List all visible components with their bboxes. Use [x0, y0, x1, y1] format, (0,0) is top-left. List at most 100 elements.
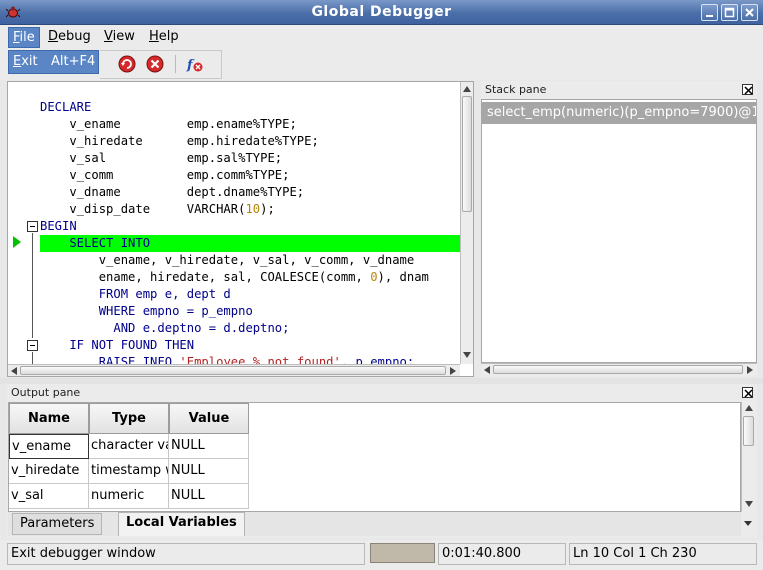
code-line: WHERE empno = p_empno [40, 304, 253, 318]
scroll-down-icon[interactable] [463, 352, 471, 358]
menu-file[interactable]: File [8, 27, 40, 48]
stop-icon[interactable] [146, 55, 164, 73]
tab-parameters[interactable]: Parameters [12, 513, 103, 535]
output-vscroll-thumb[interactable] [743, 416, 754, 446]
scroll-up-icon[interactable] [745, 405, 753, 411]
output-vertical-scrollbar[interactable] [741, 402, 755, 512]
stack-list[interactable]: select_emp(numeric)(p_empno=7900)@1 [481, 99, 757, 363]
tab-local-variables[interactable]: Local Variables [118, 512, 245, 536]
file-menu-dropdown: Exit Alt+F4 [8, 50, 99, 74]
current-line-arrow-icon [13, 236, 21, 248]
code-line: v_ename emp.ename%TYPE; [40, 117, 297, 131]
code-horizontal-scrollbar[interactable] [8, 364, 460, 376]
stack-hscroll-thumb[interactable] [493, 365, 743, 374]
code-line: v_dname dept.dname%TYPE; [40, 185, 305, 199]
fold-begin-icon[interactable] [27, 221, 38, 232]
cell-value[interactable]: NULL [169, 459, 249, 484]
toolbar-separator [175, 55, 176, 73]
scroll-down-icon[interactable] [745, 501, 753, 507]
minimize-button[interactable] [701, 4, 718, 21]
code-hscroll-thumb[interactable] [20, 366, 446, 375]
cell-type[interactable]: character va [89, 434, 169, 459]
scroll-left-icon[interactable] [11, 367, 17, 375]
title-bar: Global Debugger [0, 0, 763, 25]
column-header-value[interactable]: Value [169, 403, 249, 434]
menu-view[interactable]: View [100, 27, 139, 48]
tabs-menu-icon[interactable] [744, 521, 752, 526]
code-line-current: SELECT INTO [40, 235, 460, 252]
scroll-left-icon[interactable] [484, 366, 490, 374]
stack-horizontal-scrollbar[interactable] [481, 363, 757, 375]
stack-pane-close-button[interactable] [742, 84, 753, 95]
menu-view-mnemonic: V [104, 29, 113, 44]
fold-guide-line [32, 233, 33, 338]
code-line: RAISE INFO 'Employee % not found', p_emp… [40, 355, 415, 364]
cell-type[interactable]: timestamp w [89, 459, 169, 484]
close-icon [745, 8, 754, 17]
menu-debug[interactable]: Debug [44, 27, 95, 48]
window-title: Global Debugger [311, 4, 452, 20]
code-line: v_hiredate emp.hiredate%TYPE; [40, 134, 319, 148]
scroll-right-icon[interactable] [747, 366, 753, 374]
output-pane: Output pane Name Type Value v_ename char… [7, 384, 757, 538]
restart-icon[interactable] [118, 55, 136, 73]
cell-name[interactable]: v_hiredate [9, 459, 89, 484]
menu-help-mnemonic: H [149, 29, 159, 44]
column-header-type[interactable]: Type [89, 403, 169, 434]
cell-value[interactable]: NULL [169, 484, 249, 509]
code-line: ename, hiredate, sal, COALESCE(comm, 0),… [40, 270, 429, 284]
cell-name[interactable]: v_sal [9, 484, 89, 509]
status-message: Exit debugger window [7, 543, 365, 565]
menu-debug-label: ebug [58, 29, 91, 44]
maximize-button[interactable] [721, 4, 738, 21]
code-line: DECLARE [40, 100, 92, 114]
clear-breakpoints-icon[interactable]: f [186, 55, 204, 73]
cell-name[interactable]: v_ename [9, 434, 89, 459]
cell-type[interactable]: numeric [89, 484, 169, 509]
code-line: FROM emp e, dept d [40, 287, 231, 301]
menu-debug-mnemonic: D [48, 29, 59, 44]
menu-exit-mnemonic: E [13, 54, 22, 69]
status-bar: Exit debugger window 0:01:40.800 Ln 10 C… [0, 540, 763, 570]
output-pane-title: Output pane [11, 386, 81, 399]
menu-help-label: elp [158, 29, 179, 44]
status-cursor-position: Ln 10 Col 1 Ch 230 [569, 543, 757, 565]
scroll-right-icon[interactable] [450, 367, 456, 375]
code-line: v_ename, v_hiredate, v_sal, v_comm, v_dn… [40, 253, 415, 267]
stack-pane: Stack pane select_emp(numeric)(p_empno=7… [481, 81, 757, 377]
fold-guide-line-2 [32, 352, 33, 364]
menu-exit-item[interactable]: Exit [13, 54, 38, 69]
stack-frame-item[interactable]: select_emp(numeric)(p_empno=7900)@1 [482, 102, 756, 124]
menu-view-label: iew [112, 29, 135, 44]
stack-pane-title: Stack pane [485, 83, 547, 96]
output-pane-close-button[interactable] [742, 387, 753, 398]
maximize-icon [724, 7, 735, 18]
close-icon [744, 389, 753, 398]
code-vscroll-thumb[interactable] [462, 96, 472, 212]
code-line: v_disp_date VARCHAR(10); [40, 202, 275, 216]
code-line: AND e.deptno = d.deptno; [40, 321, 290, 335]
code-editor[interactable]: DECLARE v_ename emp.ename%TYPE; v_hireda… [7, 81, 474, 377]
close-window-button[interactable] [741, 4, 758, 21]
menu-bar: File Debug View Help [0, 25, 763, 49]
svg-text:f: f [186, 58, 195, 73]
menu-file-label: ile [19, 30, 35, 45]
code-line: v_comm emp.comm%TYPE; [40, 168, 290, 182]
code-line: BEGIN [40, 219, 77, 233]
scroll-up-icon[interactable] [463, 86, 471, 92]
menu-help[interactable]: Help [145, 27, 183, 48]
output-tabs: Parameters Local Variables [8, 512, 752, 536]
code-gutter[interactable] [8, 82, 40, 364]
close-icon [744, 86, 753, 95]
menu-exit-accelerator: Alt+F4 [51, 54, 96, 69]
fold-if-icon[interactable] [27, 340, 38, 351]
column-header-name[interactable]: Name [9, 403, 89, 434]
code-line: IF NOT FOUND THEN [40, 338, 195, 352]
code-text-area[interactable]: DECLARE v_ename emp.ename%TYPE; v_hireda… [40, 82, 460, 364]
menu-exit-label: xit [21, 54, 38, 69]
cell-value[interactable]: NULL [169, 434, 249, 459]
variables-table[interactable]: Name Type Value v_ename character va NUL… [8, 402, 741, 512]
toolbar: f [0, 49, 763, 80]
status-elapsed-time: 0:01:40.800 [438, 543, 566, 565]
code-vertical-scrollbar[interactable] [460, 82, 473, 364]
